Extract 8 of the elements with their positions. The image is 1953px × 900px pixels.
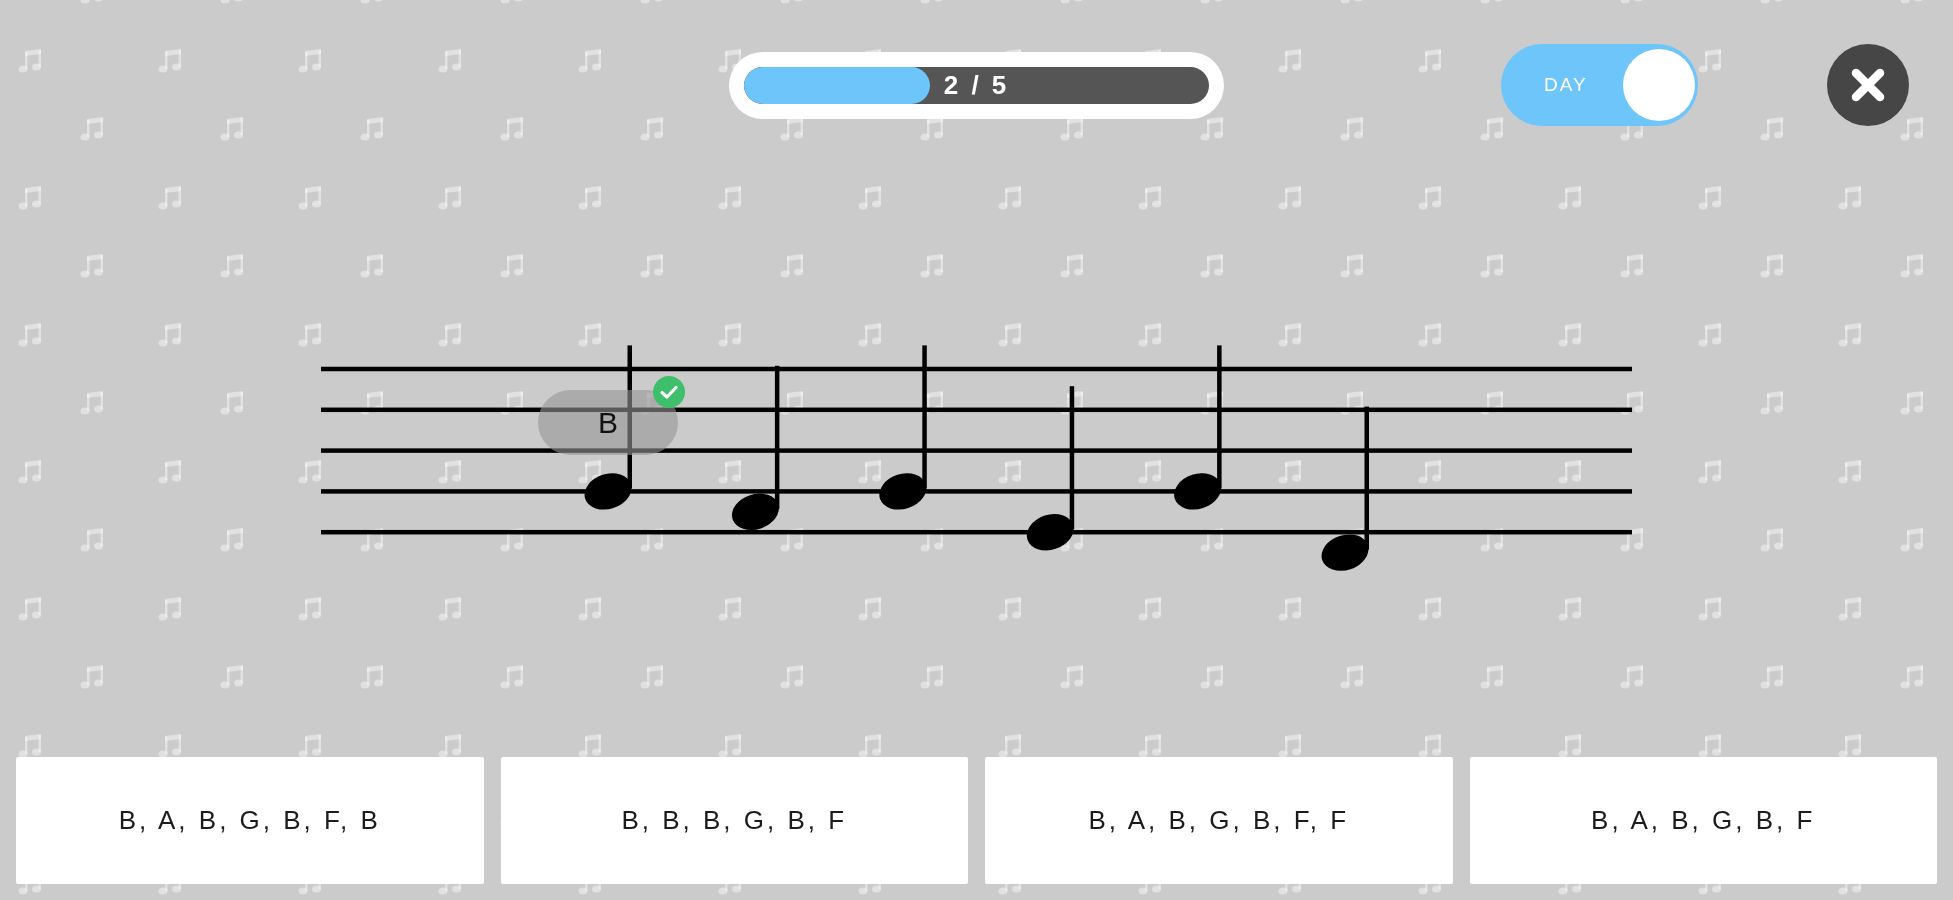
- answer-button[interactable]: B, A, B, G, B, F, F: [985, 757, 1453, 884]
- toggle-knob: [1623, 49, 1695, 121]
- answer-button[interactable]: B, A, B, G, B, F, B: [16, 757, 484, 884]
- answer-button[interactable]: B, B, B, G, B, F: [500, 757, 968, 884]
- progress-count: 2 / 5: [943, 69, 1010, 101]
- note-name-label: B: [538, 390, 678, 455]
- answer-button[interactable]: B, A, B, G, B, F: [1469, 757, 1937, 884]
- close-icon: [1849, 66, 1887, 104]
